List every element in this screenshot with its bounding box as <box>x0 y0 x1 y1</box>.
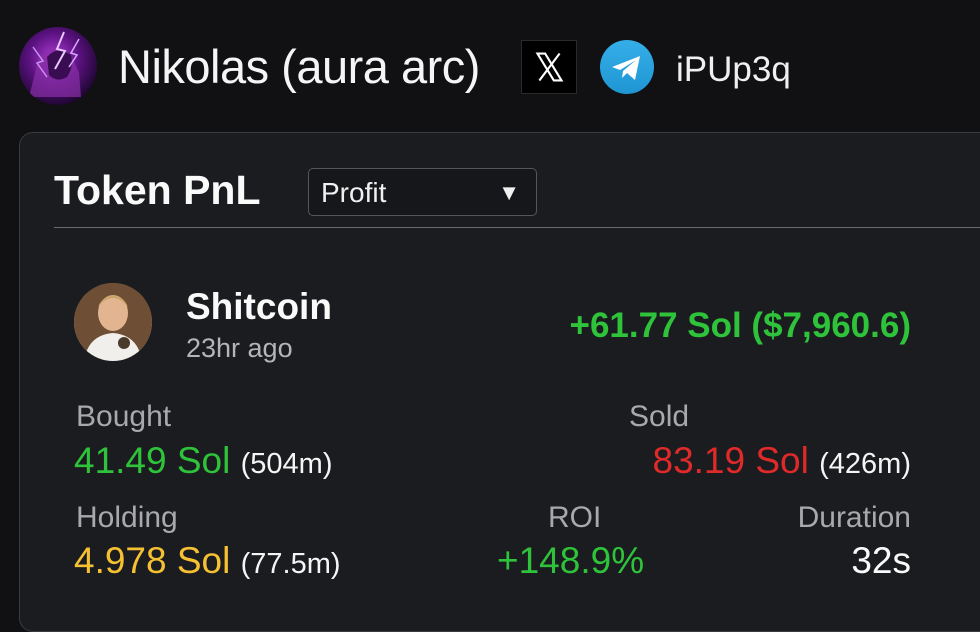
duration-value: 32s <box>851 540 911 581</box>
holding-label: Holding <box>76 501 178 534</box>
sold-value: 83.19 Sol <box>652 440 809 481</box>
bought-value: 41.49 Sol <box>74 440 231 481</box>
token-time-ago: 23hr ago <box>186 333 293 363</box>
user-avatar[interactable] <box>19 27 97 105</box>
user-name: Nikolas (aura arc) <box>118 40 480 93</box>
duration-label: Duration <box>797 501 911 534</box>
roi-label: ROI <box>548 501 602 534</box>
filter-dropdown[interactable]: Profit ▼ <box>308 168 537 216</box>
sold-value-row: 83.19 Sol (426m) <box>653 440 912 485</box>
dropdown-selected: Profit <box>321 177 387 208</box>
holding-value-row: 4.978 Sol (77.5m) <box>74 540 341 585</box>
bought-sub: (504m) <box>240 448 333 480</box>
profit-value: +61.77 Sol ($7,960.6) <box>569 306 911 345</box>
avatar-image <box>29 31 81 97</box>
telegram-icon[interactable] <box>600 40 654 94</box>
token-name: Shitcoin <box>186 286 332 327</box>
token-image <box>74 283 152 361</box>
divider <box>54 227 980 228</box>
chevron-down-icon: ▼ <box>498 180 520 205</box>
token-avatar <box>74 283 152 361</box>
sold-sub: (426m) <box>819 448 911 480</box>
holding-sub: (77.5m) <box>240 548 341 580</box>
card-title: Token PnL <box>54 167 261 213</box>
bought-label: Bought <box>76 400 172 433</box>
handle-text[interactable]: iPUp3q <box>676 50 791 90</box>
sold-label: Sold <box>629 400 690 433</box>
x-icon[interactable] <box>521 40 577 94</box>
holding-value: 4.978 Sol <box>74 540 231 581</box>
roi-value: +148.9% <box>497 540 645 581</box>
bought-value-row: 41.49 Sol (504m) <box>74 440 333 485</box>
